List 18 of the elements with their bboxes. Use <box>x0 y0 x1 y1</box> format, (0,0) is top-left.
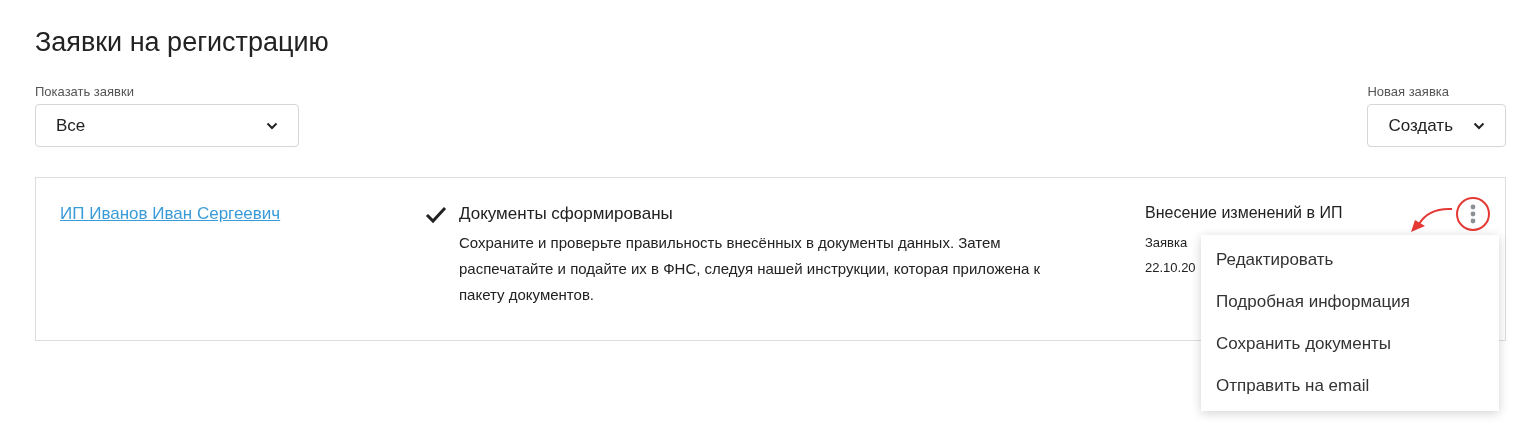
page-title: Заявки на регистрацию <box>35 26 330 58</box>
more-vertical-icon <box>1470 204 1476 224</box>
menu-item[interactable]: Отправить на email <box>1201 365 1499 407</box>
filter-dropdown[interactable]: Все <box>35 104 299 147</box>
menu-item[interactable]: Подробная информация <box>1201 281 1499 323</box>
application-number: Заявка <box>1145 235 1188 251</box>
field-label: Новая заявка <box>1367 84 1450 99</box>
menu-item[interactable]: Сохранить документы <box>1201 323 1499 365</box>
status-description: Сохраните и проверьте правильность внесённых в документы данных. Затем распечатайте и подайте их в ФНС, следуя нашей инструкции, которая приложена к пакету документов. <box>459 233 1042 305</box>
application-type: Внесение изменений в ИП <box>1145 204 1343 222</box>
status-title: Документы сформированы <box>459 204 674 224</box>
application-date: 22.10.20 <box>1145 260 1196 276</box>
more-options-button[interactable] <box>1456 197 1490 231</box>
chevron-down-icon <box>266 121 278 130</box>
chevron-down-icon <box>1473 121 1485 130</box>
create-dropdown[interactable]: Создать <box>1367 104 1506 147</box>
field-label: Показать заявки <box>35 84 135 99</box>
menu-item[interactable]: Редактировать <box>1201 239 1499 281</box>
